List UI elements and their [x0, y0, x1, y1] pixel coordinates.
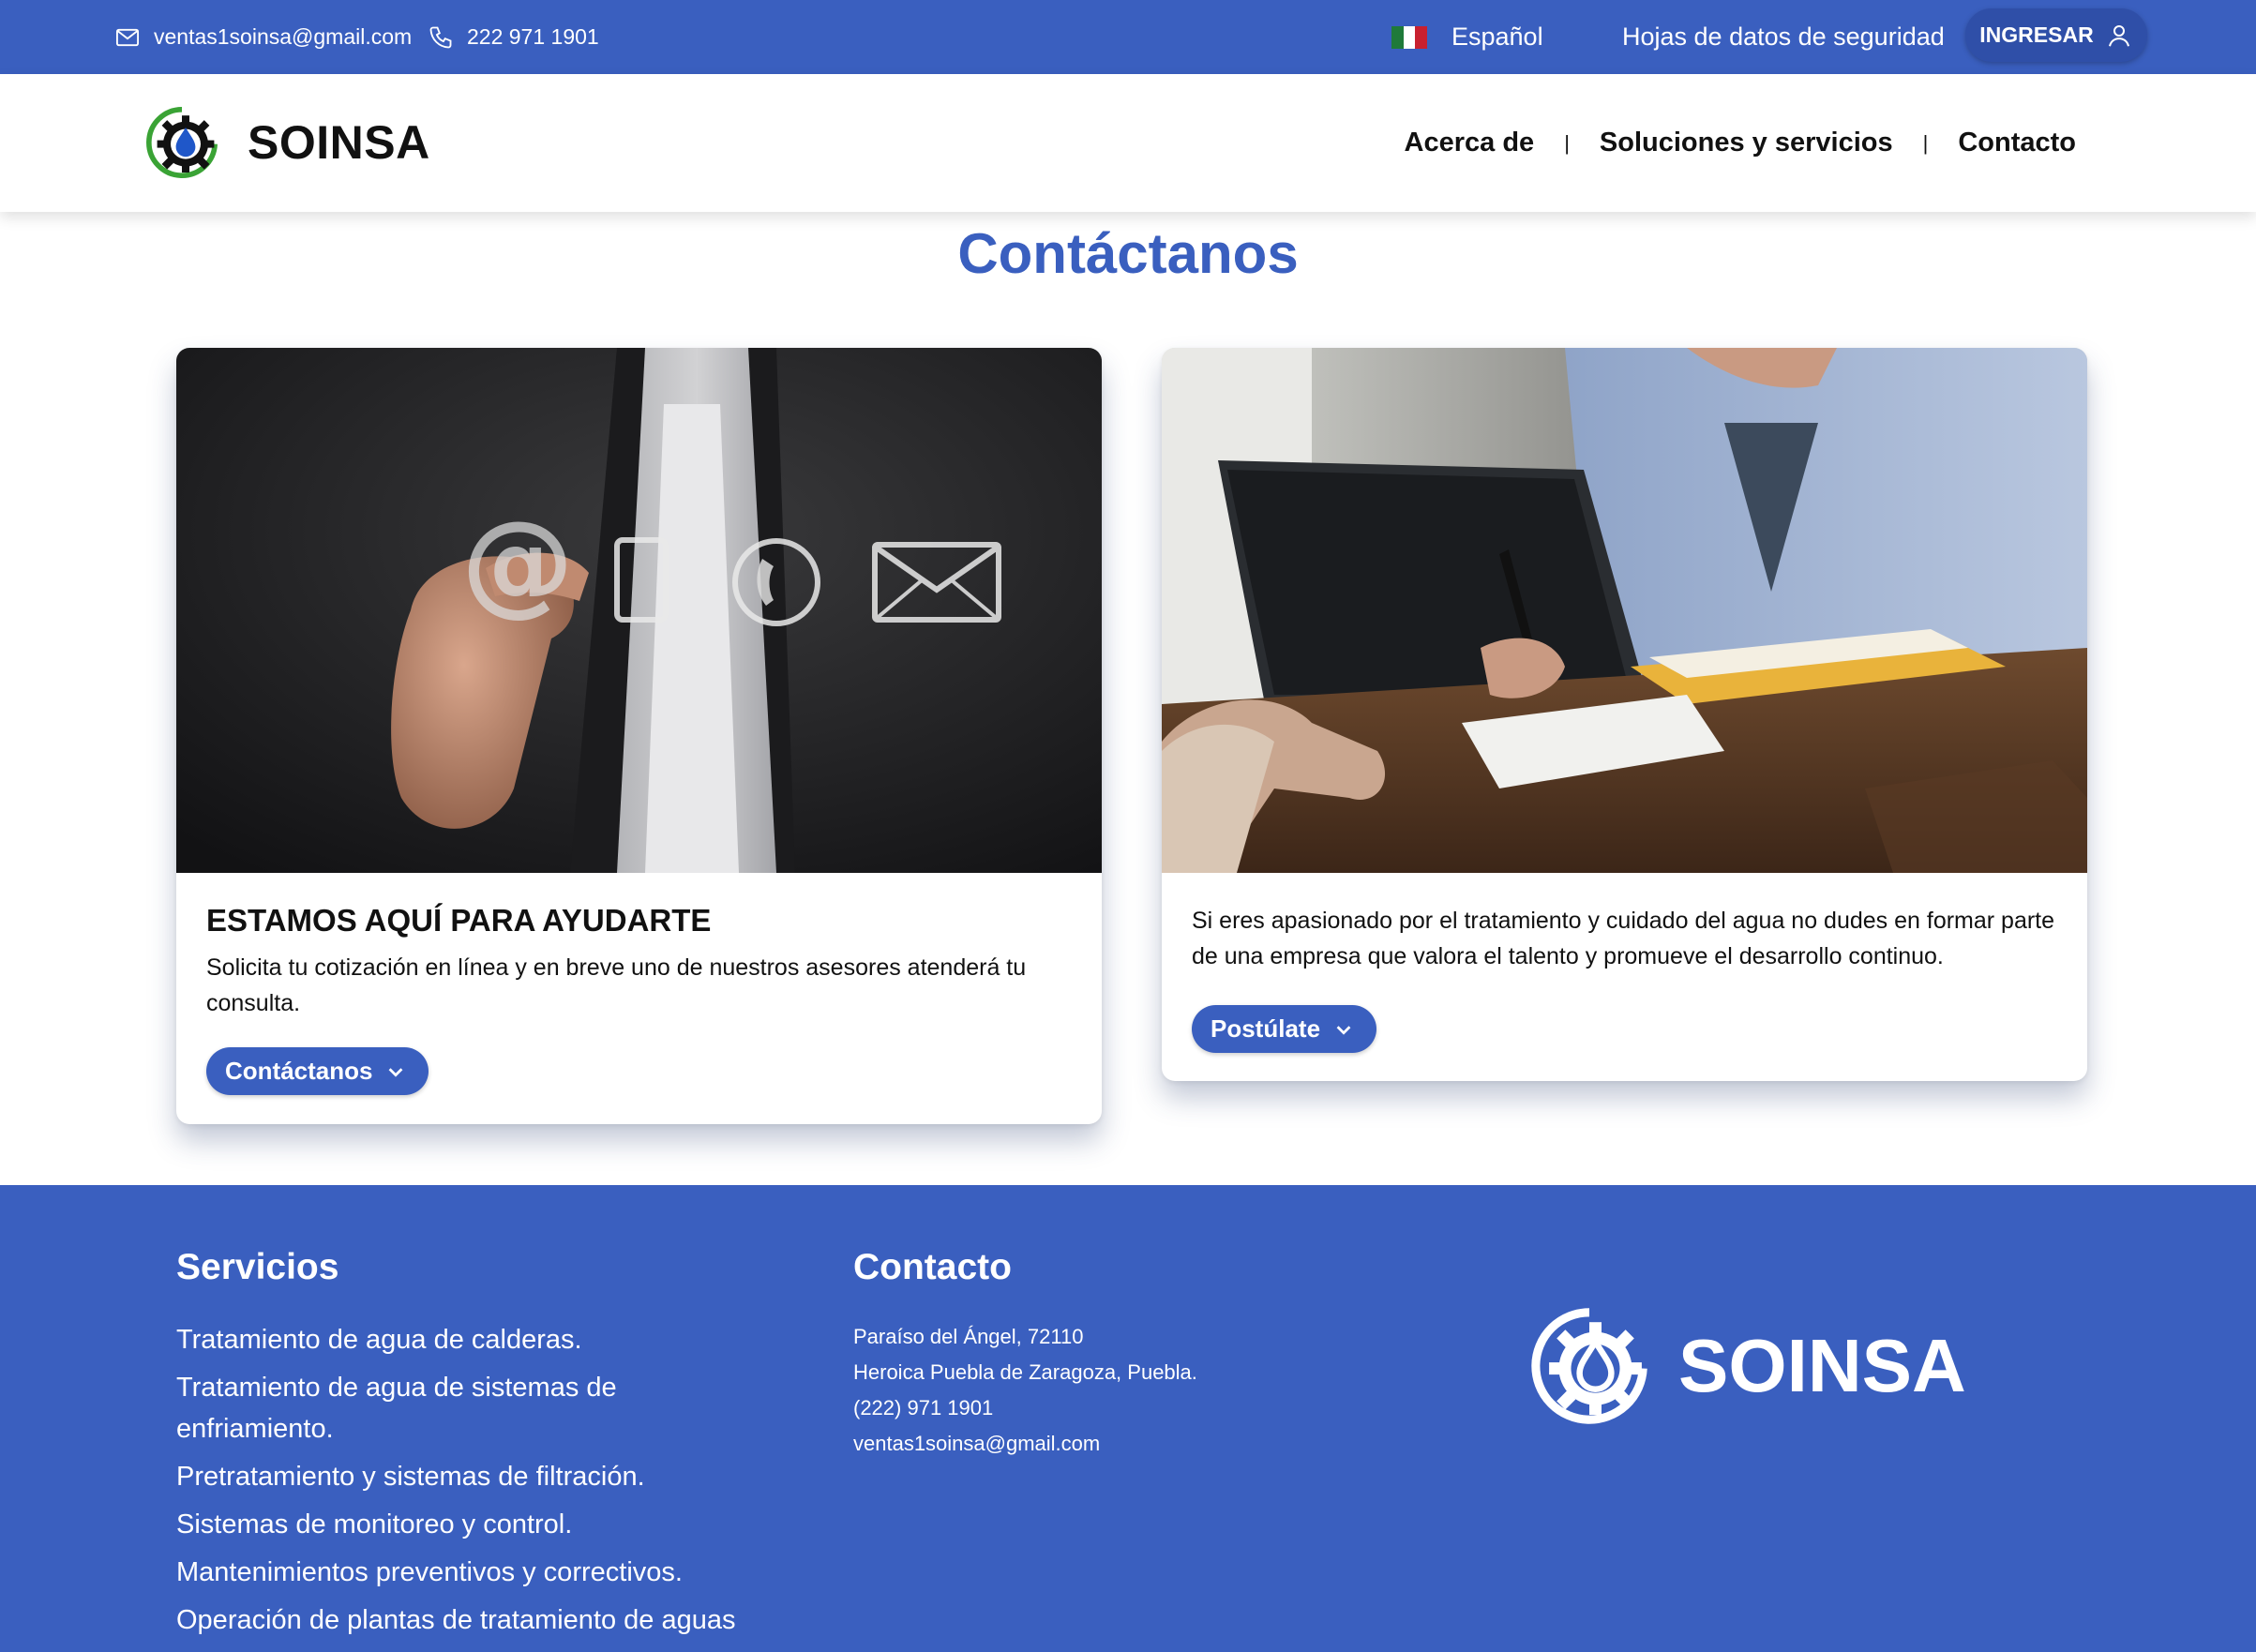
contact-card-title: ESTAMOS AQUÍ PARA AYUDARTE — [206, 903, 712, 938]
footer-email[interactable]: ventas1soinsa@gmail.com — [853, 1426, 1416, 1462]
footer-services-list: Tratamiento de agua de calderas. Tratami… — [176, 1319, 758, 1647]
footer-service-item[interactable]: Pretratamiento y sistemas de filtración. — [176, 1456, 758, 1497]
chevron-down-icon — [389, 1067, 403, 1077]
contact-card: @ ESTAMOS AQUÍ PARA AYUDARTE Solicita tu… — [176, 348, 1102, 1124]
careers-card-body: Si eres apasionado por el tratamiento y … — [1192, 903, 2057, 974]
footer-service-item[interactable]: Tratamiento de agua de calderas. — [176, 1319, 758, 1360]
footer-service-item[interactable]: Operación de plantas de tratamiento de a… — [176, 1599, 758, 1641]
footer-contact-lines: Paraíso del Ángel, 72110 Heroica Puebla … — [853, 1319, 1416, 1462]
nav-separator: | — [1922, 130, 1929, 155]
careers-card-text: Si eres apasionado por el tratamiento y … — [1192, 908, 2055, 969]
nav-item-contact[interactable]: Contacto — [1958, 128, 2076, 158]
brand-name: SOINSA — [248, 116, 430, 169]
contact-us-button[interactable]: Contáctanos — [206, 1047, 429, 1095]
contact-us-label: Contáctanos — [225, 1057, 373, 1085]
footer-city-line: Heroica Puebla de Zaragoza, Puebla. — [853, 1360, 1197, 1384]
user-icon — [2108, 24, 2129, 47]
mail-icon — [115, 28, 140, 46]
contact-card-text: Solicita tu cotización en línea y en bre… — [206, 954, 1027, 1016]
chevron-down-icon — [1336, 1025, 1351, 1035]
page-title: Contáctanos — [957, 222, 1299, 285]
svg-text:@: @ — [461, 498, 574, 628]
apply-label: Postúlate — [1211, 1014, 1321, 1043]
footer-services-title: Servicios — [176, 1247, 339, 1287]
contact-card-body: ESTAMOS AQUÍ PARA AYUDARTE Solicita tu c… — [206, 903, 1072, 1021]
footer-phone[interactable]: (222) 971 1901 — [853, 1390, 1416, 1426]
soinsa-logo-icon — [146, 107, 218, 178]
footer-service-item[interactable]: Tratamiento de agua de sistemas de enfri… — [176, 1367, 758, 1449]
topbar-email: ventas1soinsa@gmail.com — [154, 24, 413, 49]
safety-sheets-link[interactable]: Hojas de datos de seguridad — [1622, 0, 1945, 74]
main-header: SOINSA Acerca de | Soluciones y servicio… — [0, 74, 2256, 212]
topbar-phone: 222 971 1901 — [467, 24, 599, 49]
soinsa-logo-white-icon — [1531, 1308, 1647, 1424]
nav-item-solutions[interactable]: Soluciones y servicios — [1600, 128, 1893, 158]
language-selector[interactable]: Español — [1391, 0, 1543, 74]
main-nav: Acerca de | Soluciones y servicios | Con… — [1405, 74, 2076, 212]
contact-photo: @ — [176, 348, 1102, 873]
login-label: INGRESAR — [1979, 23, 2094, 47]
login-button[interactable]: INGRESAR — [1965, 8, 2147, 62]
nav-separator: | — [1564, 130, 1570, 155]
topbar-phone-link[interactable]: 222 971 1901 — [428, 0, 599, 74]
language-label: Español — [1451, 23, 1543, 51]
careers-photo — [1162, 348, 2087, 873]
top-bar: ventas1soinsa@gmail.com 222 971 1901 Esp… — [0, 0, 2256, 74]
phone-icon — [429, 26, 452, 48]
footer-address-line: Paraíso del Ángel, 72110 — [853, 1325, 1084, 1348]
topbar-email-link[interactable]: ventas1soinsa@gmail.com — [114, 0, 412, 74]
nav-item-about[interactable]: Acerca de — [1405, 128, 1535, 158]
footer-service-item[interactable]: Mantenimientos preventivos y correctivos… — [176, 1552, 758, 1593]
brand-logo-link[interactable]: SOINSA — [144, 100, 430, 185]
site-footer: Servicios Tratamiento de agua de caldera… — [0, 1185, 2256, 1652]
footer-service-item[interactable]: Sistemas de monitoreo y control. — [176, 1504, 758, 1545]
apply-button[interactable]: Postúlate — [1192, 1005, 1377, 1053]
mexico-flag-icon — [1391, 25, 1428, 49]
footer-contact-title: Contacto — [853, 1247, 1012, 1287]
footer-logo: SOINSA — [1528, 1301, 1966, 1431]
careers-card: Si eres apasionado por el tratamiento y … — [1162, 348, 2087, 1081]
footer-brand-name: SOINSA — [1678, 1324, 1966, 1407]
